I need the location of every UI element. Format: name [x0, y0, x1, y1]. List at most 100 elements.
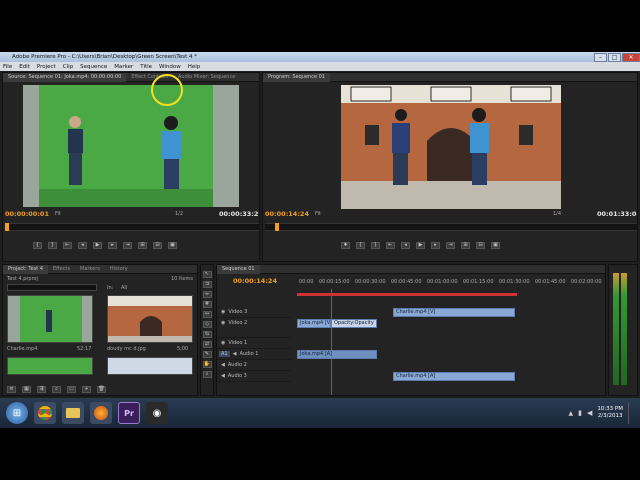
new-item-icon[interactable]: + — [82, 386, 91, 393]
source-fit-dropdown[interactable]: Fit — [55, 211, 61, 217]
menu-sequence[interactable]: Sequence — [80, 64, 107, 70]
speaker-icon[interactable]: ◀ — [221, 373, 225, 379]
maximize-button[interactable]: □ — [608, 52, 621, 62]
timeline-playhead[interactable] — [331, 289, 332, 395]
menu-help[interactable]: Help — [188, 64, 201, 70]
tab-program[interactable]: Program: Sequence 01 — [263, 73, 330, 82]
clip-joka-video[interactable]: Joka.mp4 [V] — [297, 319, 331, 328]
zoom-tool-icon[interactable]: ⌕ — [202, 371, 212, 378]
menu-title[interactable]: Title — [140, 64, 152, 70]
go-to-in-icon[interactable]: ⇤ — [63, 242, 72, 249]
export-frame-icon[interactable]: ▣ — [168, 242, 177, 249]
step-back-icon[interactable]: ◂ — [78, 242, 87, 249]
slide-tool-icon[interactable]: ⇄ — [202, 341, 212, 348]
step-back-icon[interactable]: ◂ — [401, 242, 410, 249]
delete-icon[interactable]: 🗑 — [97, 386, 106, 393]
track-header-video-2[interactable]: ◉ Video 2 — [217, 318, 291, 338]
program-fit-dropdown[interactable]: Fit — [315, 211, 321, 217]
menu-project[interactable]: Project — [37, 64, 56, 70]
automate-icon[interactable]: ⇶ — [37, 386, 46, 393]
track-header-video-3[interactable]: ◉ Video 3 — [217, 307, 291, 318]
new-bin-icon[interactable]: ▭ — [67, 386, 76, 393]
menu-window[interactable]: Window — [159, 64, 181, 70]
show-desktop-button[interactable] — [628, 402, 634, 424]
slip-tool-icon[interactable]: ⇆ — [202, 331, 212, 338]
find-icon[interactable]: ⌕ — [52, 386, 61, 393]
volume-icon[interactable]: ◀ — [587, 409, 592, 417]
timeline-timecode[interactable]: 00:00:14:24 — [233, 277, 277, 285]
speaker-icon[interactable]: ◀ — [221, 362, 225, 368]
rate-stretch-tool-icon[interactable]: ↔ — [202, 311, 212, 318]
mark-out-icon[interactable]: } — [48, 242, 57, 249]
source-playhead[interactable] — [5, 223, 9, 231]
track-header-audio-1[interactable]: A1 ◀ Audio 1 — [217, 349, 291, 360]
clock[interactable]: 10:33 PM 2/3/2013 — [597, 406, 623, 420]
icon-view-icon[interactable]: ▦ — [22, 386, 31, 393]
minimize-button[interactable]: – — [594, 52, 607, 62]
track-header-audio-3[interactable]: ◀ Audio 3 — [217, 371, 291, 382]
eye-icon[interactable]: ◉ — [221, 320, 225, 326]
program-scrubber[interactable] — [265, 223, 637, 231]
project-item-thumbnail[interactable] — [7, 295, 93, 343]
mark-in-icon[interactable]: { — [356, 242, 365, 249]
lift-icon[interactable]: ⊞ — [461, 242, 470, 249]
premiere-icon[interactable]: Pr — [118, 402, 140, 424]
program-resolution-dropdown[interactable]: 1/4 — [553, 211, 561, 217]
program-playhead[interactable] — [275, 223, 279, 231]
eye-icon[interactable]: ◉ — [221, 340, 225, 346]
mark-out-icon[interactable]: } — [371, 242, 380, 249]
project-search-input[interactable] — [7, 284, 97, 291]
network-icon[interactable]: ▮ — [578, 409, 582, 417]
explorer-icon[interactable] — [62, 402, 84, 424]
in-dropdown[interactable]: All — [121, 285, 127, 291]
add-marker-icon[interactable]: ♦ — [341, 242, 350, 249]
ripple-edit-tool-icon[interactable]: ⟛ — [202, 291, 212, 298]
clip-joka-audio[interactable]: Joka.mp4 [A] — [297, 350, 377, 359]
clip-charlie-video[interactable]: Charlie.mp4 [V] — [393, 308, 515, 317]
tab-markers[interactable]: Markers — [75, 265, 105, 274]
project-item-thumbnail[interactable] — [107, 295, 193, 343]
go-to-in-icon[interactable]: ⇤ — [386, 242, 395, 249]
webcam-icon[interactable]: ◉ — [146, 402, 168, 424]
source-scrubber[interactable] — [5, 223, 259, 231]
mark-in-icon[interactable]: { — [33, 242, 42, 249]
source-timecode-current[interactable]: 00:00:00:01 — [5, 210, 49, 218]
clip-charlie-audio[interactable]: Charlie.mp4 [A] — [393, 372, 515, 381]
export-frame-icon[interactable]: ▣ — [491, 242, 500, 249]
menu-marker[interactable]: Marker — [114, 64, 133, 70]
menu-clip[interactable]: Clip — [63, 64, 73, 70]
insert-icon[interactable]: ⊞ — [138, 242, 147, 249]
tray-arrow-icon[interactable]: ▲ — [568, 410, 573, 417]
play-icon[interactable]: ▶ — [93, 242, 102, 249]
go-to-out-icon[interactable]: ⇥ — [446, 242, 455, 249]
tab-project[interactable]: Project: Test 4 — [3, 265, 48, 274]
tab-effects[interactable]: Effects — [48, 265, 75, 274]
track-header-video-1[interactable]: ◉ Video 1 — [217, 338, 291, 349]
clip-opacity-keyframe[interactable]: Opacity:Opacity — [331, 319, 377, 328]
close-button[interactable]: ✕ — [622, 52, 640, 62]
selection-tool-icon[interactable]: ↖ — [202, 271, 212, 278]
tab-source[interactable]: Source: Sequence 01: Joka.mp4: 00:00:00:… — [3, 73, 127, 82]
extract-icon[interactable]: ⊟ — [476, 242, 485, 249]
tab-sequence[interactable]: Sequence 01 — [217, 265, 260, 274]
windows-start-icon[interactable]: ⊞ — [6, 402, 28, 424]
step-forward-icon[interactable]: ▸ — [431, 242, 440, 249]
program-timecode-current[interactable]: 00:00:14:24 — [265, 210, 309, 218]
list-view-icon[interactable]: ≡ — [7, 386, 16, 393]
track-header-audio-2[interactable]: ◀ Audio 2 — [217, 360, 291, 371]
play-icon[interactable]: ▶ — [416, 242, 425, 249]
rolling-edit-tool-icon[interactable]: # — [202, 301, 212, 308]
step-forward-icon[interactable]: ▸ — [108, 242, 117, 249]
overwrite-icon[interactable]: ⊟ — [153, 242, 162, 249]
track-select-tool-icon[interactable]: ⇉ — [202, 281, 212, 288]
timeline-ruler[interactable]: 00:00 00:00:15:00 00:00:30:00 00:00:45:0… — [297, 277, 603, 291]
project-item-thumbnail[interactable] — [107, 357, 193, 375]
tab-history[interactable]: History — [105, 265, 133, 274]
pen-tool-icon[interactable]: ✎ — [202, 351, 212, 358]
speaker-icon[interactable]: ◀ — [233, 351, 237, 357]
chrome-icon[interactable] — [34, 402, 56, 424]
source-resolution-dropdown[interactable]: 1/2 — [175, 211, 183, 217]
go-to-out-icon[interactable]: ⇥ — [123, 242, 132, 249]
project-item-thumbnail[interactable] — [7, 357, 93, 375]
a1-source-tag[interactable]: A1 — [219, 351, 230, 357]
